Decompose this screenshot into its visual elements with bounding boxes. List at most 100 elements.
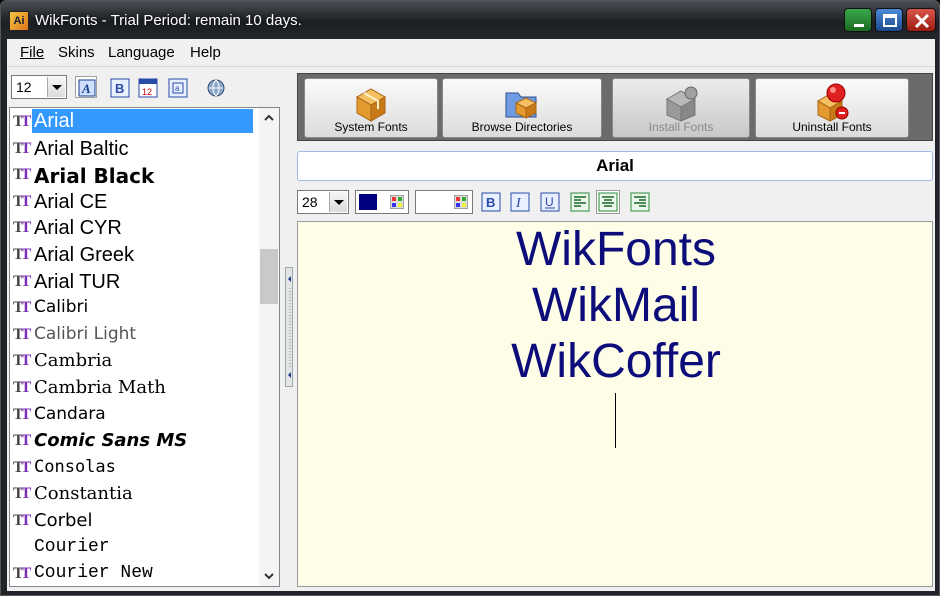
truetype-icon: TT [13,379,31,396]
charmap-button[interactable]: a [167,77,189,99]
preview-line: WikFonts [515,223,716,276]
charmap-icon: a [168,78,188,98]
list-size-select[interactable]: 12 [11,75,67,99]
font-list-item[interactable]: TT Arial Greek [10,242,260,268]
font-name-display: Arial [297,151,933,181]
scroll-up-button[interactable] [259,108,279,128]
font-list-item[interactable]: TT Arial Baltic [10,136,260,162]
text-caret [615,393,616,448]
truetype-icon: TT [13,140,31,157]
close-button[interactable] [906,8,936,32]
preview-size-select[interactable]: 28 [297,190,349,214]
svg-text:B: B [486,195,495,210]
align-center-button[interactable] [596,190,620,214]
font-list-item[interactable]: TT Candara [10,402,260,428]
text-color-swatch [359,194,377,210]
font-list-item[interactable]: TT Arial Black [10,162,260,188]
menu-help-label: Help [190,44,221,61]
bold-icon: B [110,78,130,98]
font-list-item[interactable]: TT Arial CE [10,189,260,215]
title-bar[interactable]: Ai WikFonts - Trial Period: remain 10 da… [1,1,939,39]
font-list-item[interactable]: TT Arial [10,109,260,135]
preview-size-value: 28 [302,194,318,210]
font-list-item[interactable]: TT Corbel [10,508,260,534]
font-list-item[interactable]: TT Calibri [10,295,260,321]
web-button[interactable] [205,77,227,99]
font-list-item-label: Cambria [34,350,113,371]
chevron-up-icon [264,114,274,121]
background-color-swatch [419,194,437,210]
minimize-button[interactable] [844,8,872,32]
font-list-item[interactable]: Courier [10,535,260,561]
font-list-item[interactable]: TT Courier New [10,561,260,586]
italic-icon: I [510,192,530,212]
font-list-item[interactable]: TT Constantia [10,481,260,507]
scroll-thumb[interactable] [260,249,278,304]
menu-file[interactable]: File [20,44,44,61]
uninstall-icon [817,83,849,122]
panel-splitter[interactable] [285,267,293,387]
browse-directories-button[interactable]: Browse Directories [442,78,602,138]
scroll-down-button[interactable] [259,566,279,586]
font-list-item-label: Arial CYR [34,217,122,239]
preview-line: WikMail [532,279,700,332]
font-a-icon: A [78,79,96,97]
folder-box-icon [505,92,538,119]
font-list-item[interactable]: TT Arial CYR [10,215,260,241]
align-center-icon [598,192,618,212]
truetype-icon: TT [13,299,31,316]
align-left-button[interactable] [570,192,590,212]
truetype-icon: TT [13,352,31,369]
size-filter-button[interactable]: 12 [137,77,159,99]
font-list-item[interactable]: TT Consolas [10,455,260,481]
font-list-item[interactable]: TT Cambria Math [10,375,260,401]
font-list-item[interactable]: TT Arial TUR [10,269,260,295]
maximize-button[interactable] [875,8,903,32]
font-list-item[interactable]: TT Calibri Light [10,322,260,348]
menu-language[interactable]: Language [108,44,175,61]
background-color-picker[interactable] [415,190,473,214]
globe-icon [207,79,225,97]
font-list-item-label: Arial CE [34,191,108,213]
font-list[interactable]: TT Arial TT Arial Baltic TT Arial Black TT Aria… [9,107,280,587]
svg-text:12: 12 [142,87,152,97]
font-list-item-label: Arial [32,109,253,133]
menu-file-label: File [20,44,45,61]
italic-button[interactable]: I [510,192,530,212]
font-list-item[interactable]: TT Cambria [10,348,260,374]
font-sample-button[interactable]: A [75,76,97,98]
chevron-down-icon [264,573,274,580]
menu-help[interactable]: Help [190,44,221,61]
font-list-scrollbar[interactable] [259,108,279,586]
underline-button[interactable]: U [540,192,560,212]
close-icon [914,13,930,29]
text-color-picker[interactable] [355,190,409,214]
font-list-item-label: Comic Sans MS [34,430,188,451]
bold-icon: B [481,192,501,212]
chevron-down-icon[interactable] [329,192,347,212]
uninstall-fonts-button[interactable]: Uninstall Fonts [755,78,909,138]
calendar-size-icon: 12 [138,78,158,98]
install-fonts-button[interactable]: Install Fonts [612,78,750,138]
preview-area[interactable]: WikFonts WikMail WikCoffer [297,221,933,587]
align-left-icon [570,192,590,212]
truetype-icon: TT [13,113,31,130]
bold-button[interactable]: B [481,192,501,212]
font-list-item[interactable]: TT Comic Sans MS [10,428,260,454]
menu-skins-label: Skins [58,44,95,61]
svg-text:A: A [81,81,91,96]
bold-filter-button[interactable]: B [109,77,131,99]
splitter-grip-icon [288,276,291,378]
menu-language-label: Language [108,44,175,61]
main-toolbar: System Fonts Browse Directories Install … [297,73,933,141]
menu-skins[interactable]: Skins [58,44,95,61]
chevron-down-icon[interactable] [47,77,65,97]
font-list-item-label: Arial Baltic [34,138,129,160]
system-fonts-button[interactable]: System Fonts [304,78,438,138]
truetype-icon: TT [13,166,31,183]
minimize-icon [854,24,864,27]
window-title: WikFonts - Trial Period: remain 10 days. [35,12,302,29]
font-list-item-label: Calibri Light [34,324,137,344]
align-right-icon [630,192,650,212]
align-right-button[interactable] [630,192,650,212]
